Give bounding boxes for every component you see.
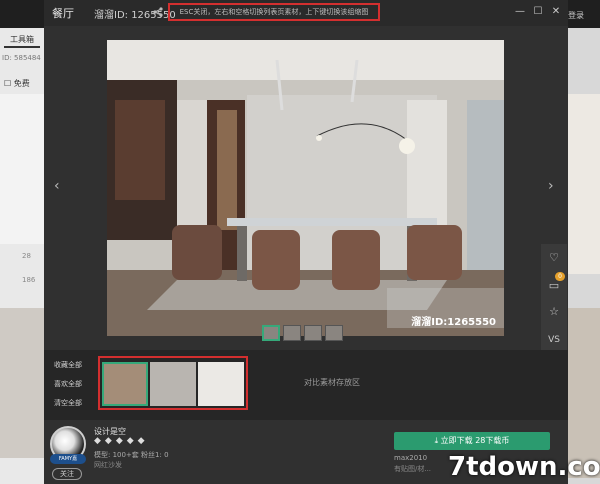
collect-all-button[interactable]: 收藏全部 — [54, 360, 82, 370]
like-all-button[interactable]: 喜欢全部 — [54, 379, 82, 389]
background-thumbnail[interactable] — [0, 94, 44, 244]
share-icon[interactable] — [152, 6, 164, 18]
category-label: 网红沙发 — [94, 461, 122, 469]
designer-stats: 模型: 100+套 粉丝1: 0 — [94, 451, 169, 459]
sub-image-thumb[interactable] — [283, 325, 301, 341]
level-diamonds: ◆◆◆◆◆ — [94, 436, 149, 446]
app-root: 工具箱 ID: 585484 ☐ 免费 28 186 登录 餐厅 溜溜ID: 1… — [0, 0, 600, 484]
modal-title-bar: 餐厅 溜溜ID: 1265550 ESC关闭，左右和空格切换列表页素材，上下键切… — [44, 0, 568, 26]
download-label: 立即下载 28下载币 — [440, 436, 510, 445]
background-right-panel: 登录 — [568, 11, 600, 484]
keyboard-hint: ESC关闭，左右和空格切换列表页素材，上下键切换该组缩图 — [168, 3, 380, 21]
clear-all-button[interactable]: 清空全部 — [54, 398, 82, 408]
background-left-panel: 工具箱 ID: 585484 ☐ 免费 28 186 — [0, 28, 44, 484]
site-watermark: 7tdown.com — [448, 452, 600, 482]
free-filter-label: 免费 — [13, 79, 30, 88]
main-preview-image: 溜溜ID:1265550 — [107, 40, 504, 336]
compare-tray — [98, 356, 248, 410]
toolbox-tab[interactable]: 工具箱 — [4, 32, 40, 48]
sub-image-thumb[interactable] — [262, 325, 280, 341]
tray-item[interactable] — [198, 362, 244, 406]
background-thumbnail[interactable] — [0, 308, 44, 458]
background-count: 186 — [22, 276, 36, 284]
minimize-icon[interactable]: — — [514, 6, 526, 18]
free-filter[interactable]: ☐ 免费 — [4, 78, 30, 89]
compare-vs-button[interactable]: VS — [544, 330, 564, 350]
format-label: max2010 — [394, 454, 428, 462]
next-arrow[interactable]: › — [548, 178, 554, 194]
star-icon[interactable]: ☆ — [544, 302, 564, 322]
preview-modal: 餐厅 溜溜ID: 1265550 ESC关闭，左右和空格切换列表页素材，上下键切… — [44, 0, 568, 484]
image-watermark: 溜溜ID:1265550 — [411, 317, 496, 328]
download-button[interactable]: ⤓ 立即下载 28下载币 — [394, 432, 550, 450]
login-link[interactable]: 登录 — [568, 10, 584, 21]
tray-item[interactable] — [102, 362, 148, 406]
heart-icon[interactable]: ♡ — [544, 248, 564, 268]
compare-tray-panel: 收藏全部 喜欢全部 清空全部 对比素材存放区 — [44, 350, 568, 420]
background-count: 28 — [22, 252, 31, 260]
tray-item[interactable] — [150, 362, 196, 406]
compare-area-label: 对比素材存放区 — [304, 378, 360, 387]
maximize-icon[interactable]: ☐ — [532, 6, 544, 18]
background-id: ID: 585484 — [2, 54, 41, 62]
avatar-badge: FAMY嘉 — [50, 454, 86, 464]
prev-arrow[interactable]: ‹ — [54, 178, 60, 194]
close-icon[interactable]: ✕ — [550, 6, 562, 18]
sub-image-thumb[interactable] — [325, 325, 343, 341]
tags-label: 有贴图/材... — [394, 465, 432, 473]
modal-title: 餐厅 — [52, 7, 74, 20]
background-thumbnail[interactable] — [568, 94, 600, 274]
follow-button[interactable]: 关注 — [52, 468, 82, 480]
sub-image-thumb[interactable] — [304, 325, 322, 341]
comment-count-badge: 0 — [555, 272, 565, 281]
